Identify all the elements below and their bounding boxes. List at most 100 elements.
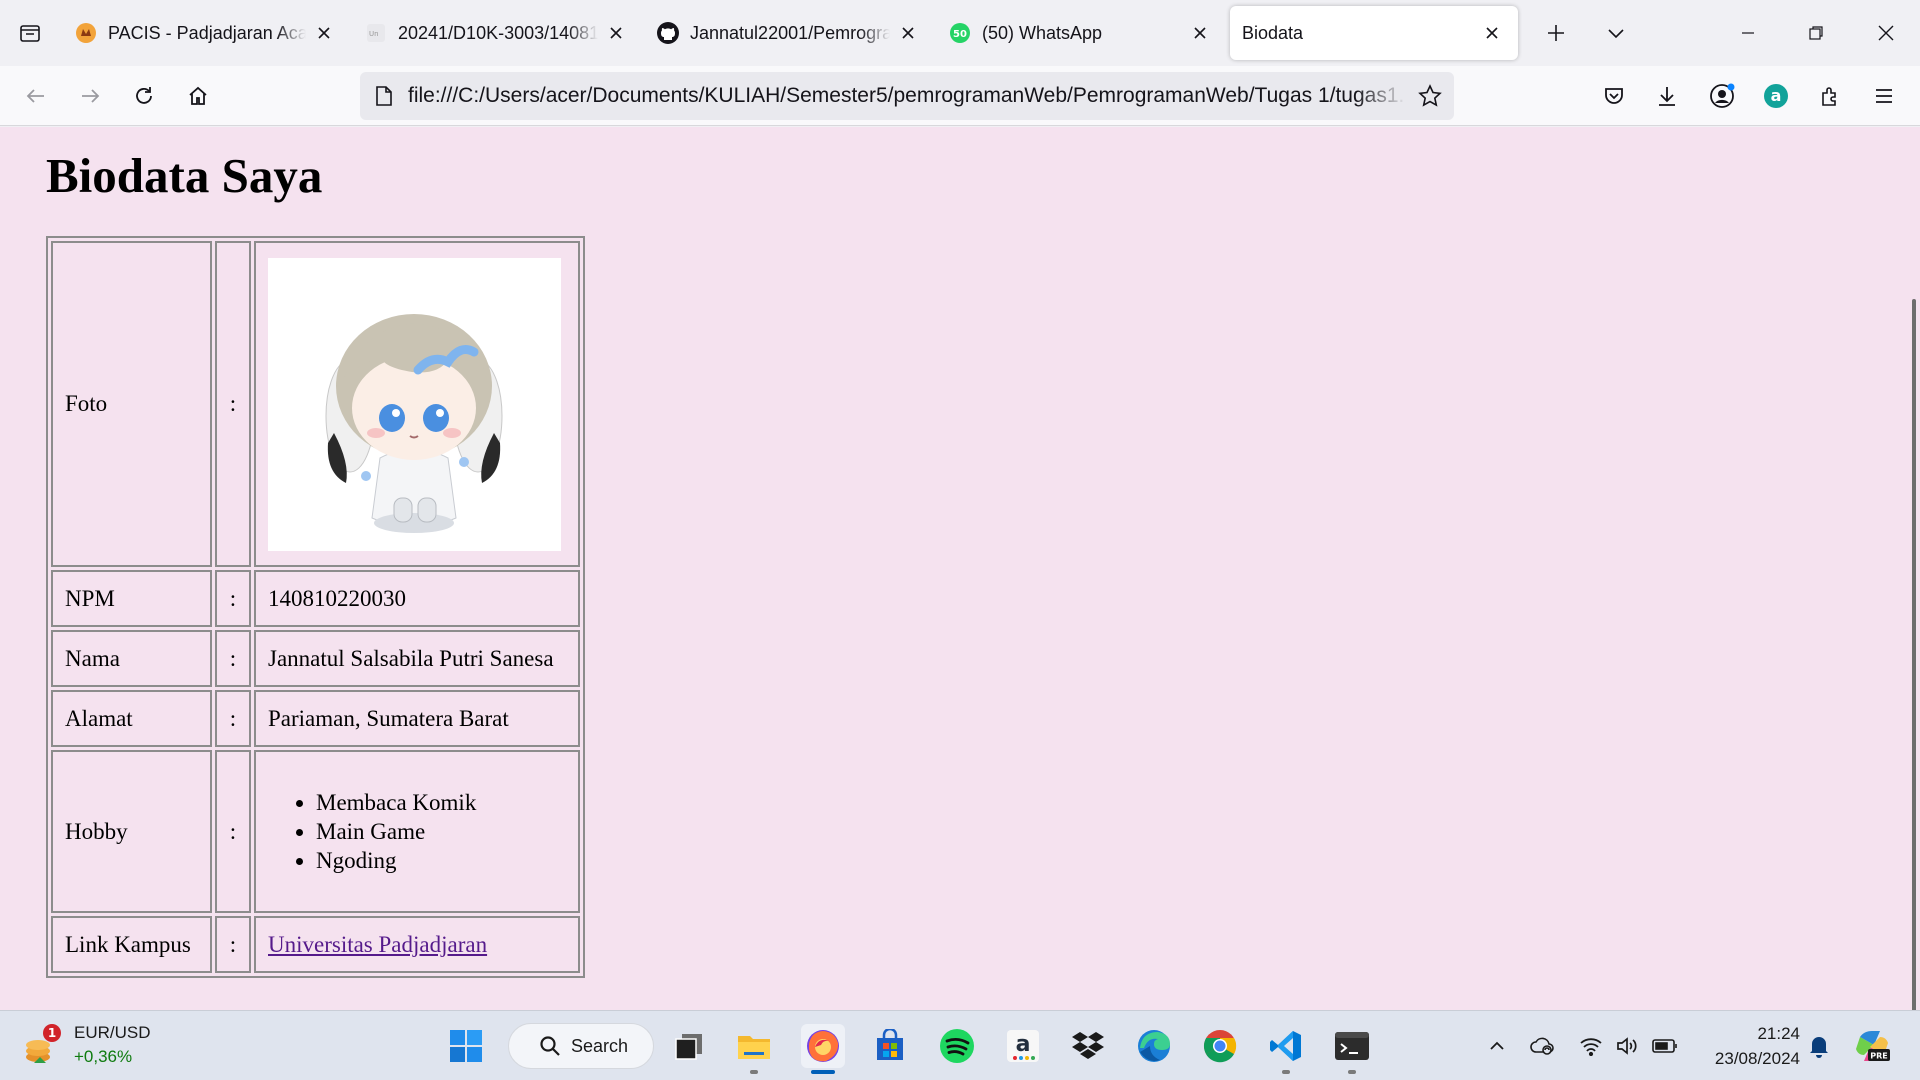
profile-photo [268,257,561,551]
biodata-table: Foto : NPM: 140810220030 Nama: Jannatu… [46,236,585,978]
active-indicator [811,1070,835,1074]
tab-title: Jannatul22001/Pemrograman [690,22,890,43]
list-item: Main Game [316,817,566,846]
microsoft-store-button[interactable] [868,1024,912,1068]
minimize-icon [1742,32,1754,34]
svg-text:Un: Un [369,30,379,38]
page-heading: Biodata Saya [46,148,323,203]
arrow-right-icon [82,89,100,103]
table-row-nama: Nama : Jannatul Salsabila Putri Sanesa [51,630,580,687]
currency-change: +0,36% [74,1047,133,1066]
forward-button[interactable] [68,74,112,118]
unpad-favicon: Un [364,21,388,45]
onedrive-tray-button[interactable] [1528,1025,1558,1067]
table-row-npm: NPM : 140810220030 [51,570,580,627]
close-tab-icon[interactable] [312,21,336,45]
windows-icon [450,1030,482,1062]
dropbox-button[interactable] [1066,1024,1110,1068]
folder-icon [738,1036,770,1059]
amazon-button[interactable]: a [1001,1024,1045,1068]
tab-list-button[interactable] [0,0,60,66]
puzzle-icon [1822,87,1836,106]
firefox-button[interactable] [801,1024,845,1074]
new-tab-button[interactable] [1526,0,1586,66]
search-icon [540,1036,560,1056]
tab-whatsapp[interactable]: 50 (50) WhatsApp [934,6,1226,60]
tab-biodata[interactable]: Biodata [1230,6,1518,60]
close-tab-icon[interactable] [1480,21,1504,45]
volume-tray-button[interactable] [1612,1025,1642,1067]
search-label: Search [571,1035,629,1056]
label-npm: NPM [51,570,212,627]
currency-pair: EUR/USD [74,1023,151,1042]
close-tab-icon[interactable] [1188,21,1212,45]
value-link: Universitas Padjadjaran [254,916,580,973]
campus-link[interactable]: Universitas Padjadjaran [268,932,487,957]
reload-button[interactable] [122,74,166,118]
edge-icon [1138,1030,1170,1062]
copilot-button[interactable]: PRE [1852,1025,1892,1067]
notifications-button[interactable] [1804,1025,1834,1067]
github-icon [656,21,680,45]
amazon-icon: a [1007,1030,1039,1062]
terminal-button[interactable] [1330,1024,1374,1074]
tab-course[interactable]: Un 20241/D10K-3003/140810 [350,6,642,60]
tab-github[interactable]: Jannatul22001/Pemrograman [642,6,934,60]
close-tab-icon[interactable] [604,21,628,45]
downloads-button[interactable] [1645,74,1689,118]
menu-button[interactable] [1862,74,1906,118]
whatsapp-icon: 50 [948,21,972,45]
vscode-button[interactable] [1264,1024,1308,1074]
battery-tray-button[interactable] [1650,1025,1680,1067]
home-button[interactable] [176,74,220,118]
wifi-tray-button[interactable] [1576,1025,1606,1067]
restore-button[interactable] [1782,0,1850,66]
value-nama: Jannatul Salsabila Putri Sanesa [254,630,580,687]
hamburger-menu-icon [1876,89,1892,103]
spotify-button[interactable] [935,1024,979,1068]
minimize-button[interactable] [1714,0,1782,66]
taskbar-clock[interactable]: 21:24 23/08/2024 [1700,1021,1800,1071]
taskbar: 1 EUR/USD +0,36% Search a 21:24 23/08/20… [0,1010,1920,1080]
chevron-down-icon [1608,29,1624,39]
url-text[interactable]: file:///C:/Users/acer/Documents/KULIAH/S… [408,84,1406,108]
file-explorer-button[interactable] [732,1024,776,1074]
label-link-kampus: Link Kampus [51,916,212,973]
stocks-widget[interactable]: 1 EUR/USD +0,36% [24,1021,151,1069]
tab-title: PACIS - Padjadjaran Academic [108,22,306,43]
start-button[interactable] [444,1024,488,1068]
account-button[interactable] [1700,74,1744,118]
running-indicator [1282,1070,1290,1074]
cloud-sync-icon [1530,1037,1554,1055]
terminal-icon [1335,1032,1369,1060]
task-view-button[interactable] [667,1024,711,1068]
amazon-assistant-icon: a [1764,84,1788,108]
taskbar-search[interactable]: Search [508,1023,654,1069]
arrow-left-icon [26,89,44,103]
hobby-list: Membaca Komik Main Game Ngoding [268,788,566,875]
chrome-button[interactable] [1198,1024,1242,1068]
spotify-icon [940,1029,974,1063]
colon-separator: : [215,690,251,747]
bookmark-star-icon[interactable] [1406,72,1454,120]
extensions-button[interactable] [1808,74,1852,118]
back-button[interactable] [14,74,58,118]
list-all-tabs-button[interactable] [1586,0,1646,66]
scrollbar[interactable] [1912,299,1916,1010]
table-row-link: Link Kampus : Universitas Padjadjaran [51,916,580,973]
show-hidden-icons-button[interactable] [1482,1025,1512,1067]
whatsapp-badge: 50 [953,29,967,40]
value-npm: 140810220030 [254,570,580,627]
running-indicator [750,1070,758,1074]
pocket-icon [1605,88,1623,104]
pocket-button[interactable] [1592,74,1636,118]
url-bar[interactable]: file:///C:/Users/acer/Documents/KULIAH/S… [360,72,1454,120]
edge-button[interactable] [1132,1024,1176,1068]
colon-separator: : [215,630,251,687]
tab-pacis[interactable]: PACIS - Padjadjaran Academic [60,6,350,60]
page-icon [360,72,408,120]
navigation-toolbar: file:///C:/Users/acer/Documents/KULIAH/S… [0,66,1920,126]
close-tab-icon[interactable] [896,21,920,45]
amazon-assistant-button[interactable]: a [1754,74,1798,118]
close-window-button[interactable] [1852,0,1920,66]
